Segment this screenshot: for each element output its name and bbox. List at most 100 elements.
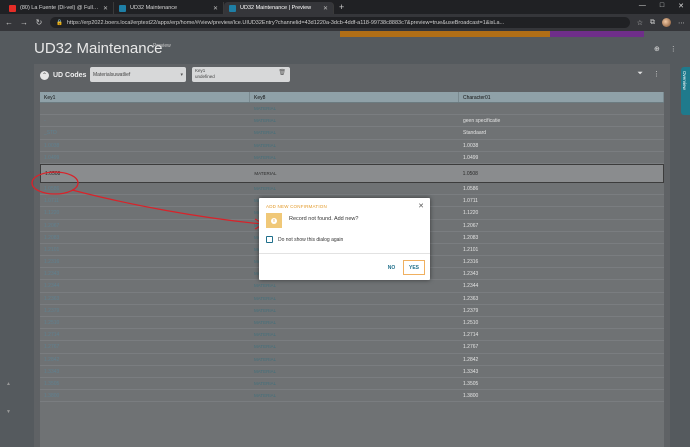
collections-icon[interactable]: ⧉ bbox=[650, 19, 655, 27]
cell-character01[interactable]: 1.3343 bbox=[459, 366, 664, 377]
cell-character01[interactable]: 1.3800 bbox=[459, 390, 664, 401]
cell-key8[interactable]: MATERIAL bbox=[250, 115, 459, 126]
cell-key8[interactable]: MATERIAL bbox=[250, 140, 459, 151]
cell-key8[interactable]: MATERIAL bbox=[250, 378, 459, 389]
table-row[interactable]: 1.2379 MATERIAL 1.2379 bbox=[40, 305, 664, 317]
cell-character01[interactable]: 1.2343 bbox=[459, 268, 664, 279]
cell-key1[interactable]: 1.2083 bbox=[40, 232, 250, 243]
no-button[interactable]: NO bbox=[384, 261, 399, 274]
cell-key1[interactable]: 1.2842 bbox=[40, 354, 250, 365]
cell-character01[interactable] bbox=[459, 103, 664, 114]
star-icon[interactable]: ☆ bbox=[637, 19, 643, 27]
cell-character01[interactable]: 1.2363 bbox=[459, 293, 664, 304]
cell-key8[interactable]: MATERIAL bbox=[250, 390, 459, 401]
cell-key8[interactable]: MATERIAL bbox=[250, 341, 459, 352]
yes-button[interactable]: YES bbox=[403, 260, 425, 275]
cell-key1[interactable]: 1.3505 bbox=[40, 378, 250, 389]
table-row[interactable]: 1.0586 MATERIAL 1.0586 bbox=[40, 183, 664, 196]
reload-button[interactable]: ↻ bbox=[35, 18, 43, 27]
cell-key8[interactable]: MATERIAL bbox=[250, 329, 459, 340]
cell-character01[interactable]: 1.2714 bbox=[459, 329, 664, 340]
cell-key1[interactable]: 1.0711 bbox=[40, 195, 250, 206]
cell-character01[interactable]: 1.2067 bbox=[459, 220, 664, 231]
cell-key1[interactable]: 1.2767 bbox=[40, 341, 250, 352]
cell-key8[interactable]: MATERIAL bbox=[250, 305, 459, 316]
cell-character01[interactable]: 1.0508 bbox=[459, 165, 663, 182]
close-icon[interactable]: ✕ bbox=[213, 5, 218, 12]
close-icon[interactable]: ✕ bbox=[103, 5, 108, 12]
ellipsis-icon[interactable]: ⋯ bbox=[678, 19, 685, 27]
close-icon[interactable]: ✕ bbox=[323, 5, 328, 12]
cell-character01[interactable]: 1.0038 bbox=[459, 140, 664, 151]
cell-key8[interactable]: MATERIAL bbox=[250, 280, 459, 291]
cell-key1[interactable]: 1.2101 bbox=[40, 244, 250, 255]
key1-field[interactable]: Key1 undefined 🗑 bbox=[192, 67, 290, 82]
cell-key8[interactable]: MATERIAL bbox=[250, 183, 459, 194]
table-row[interactable]: 1.3505 MATERIAL 1.3505 bbox=[40, 378, 664, 391]
cell-key8[interactable]: MATERIAL bbox=[250, 103, 459, 114]
minimize-button[interactable]: — bbox=[639, 2, 646, 10]
cell-character01[interactable]: 1.2316 bbox=[459, 256, 664, 267]
cell-key1[interactable]: 1.1220 bbox=[40, 207, 250, 218]
column-header-key1[interactable]: Key1 bbox=[40, 92, 250, 102]
table-row[interactable]: 1.0038 MATERIAL 1.0038 bbox=[40, 140, 664, 152]
maximize-button[interactable]: □ bbox=[660, 2, 664, 10]
cell-character01[interactable]: 1.1220 bbox=[459, 207, 664, 218]
cell-key1[interactable]: 1.2344 bbox=[40, 280, 250, 291]
column-header-character01[interactable]: Character01 bbox=[459, 92, 664, 102]
overview-side-tab[interactable]: Overview bbox=[681, 67, 690, 115]
close-window-button[interactable]: ✕ bbox=[678, 2, 684, 10]
cell-character01[interactable]: Standaard bbox=[459, 127, 664, 138]
cell-key8[interactable]: MATERIAL bbox=[250, 366, 459, 377]
dont-show-again-checkbox[interactable] bbox=[266, 236, 273, 243]
cell-key1[interactable]: 1.3800 bbox=[40, 390, 250, 401]
cell-key1[interactable]: 1.0586 bbox=[40, 183, 250, 194]
scroll-up-icon[interactable]: ▲ bbox=[6, 381, 11, 387]
browser-tab-youtube[interactable]: (80) La Fuente (Di-vel) @ Full C... ✕ bbox=[4, 2, 114, 14]
cell-character01[interactable]: geen specificatie bbox=[459, 115, 664, 126]
cell-character01[interactable]: 1.2379 bbox=[459, 305, 664, 316]
kebab-menu-icon[interactable]: ⋮ bbox=[670, 45, 677, 53]
cell-key8[interactable]: MATERIAL bbox=[250, 317, 459, 328]
browser-tab-ud32-preview[interactable]: UD32 Maintenance | Preview ✕ bbox=[224, 2, 334, 14]
table-row[interactable]: 1.2842 MATERIAL 1.2842 bbox=[40, 354, 664, 366]
cell-key8[interactable]: MATERIAL bbox=[250, 127, 459, 138]
cell-character01[interactable]: 1.0711 bbox=[459, 195, 664, 206]
cell-key8[interactable]: MATERIAL bbox=[250, 293, 459, 304]
table-row[interactable]: 1.2767 MATERIAL 1.2767 bbox=[40, 341, 664, 354]
cell-key1[interactable]: 1.3343 bbox=[40, 366, 250, 377]
kebab-menu-icon[interactable]: ⋮ bbox=[653, 70, 660, 78]
cell-key1[interactable]: 1.2510 bbox=[40, 317, 250, 328]
forward-button[interactable]: → bbox=[20, 18, 28, 27]
browser-tab-ud32[interactable]: UD32 Maintenance ✕ bbox=[114, 2, 224, 14]
cell-character01[interactable]: 1.2101 bbox=[459, 244, 664, 255]
trash-icon[interactable]: 🗑 bbox=[278, 70, 286, 76]
close-icon[interactable]: ✕ bbox=[418, 202, 424, 210]
table-row[interactable]: MATERIAL bbox=[40, 103, 664, 116]
table-row[interactable]: _STD MATERIAL Standaard bbox=[40, 127, 664, 140]
cell-key8[interactable]: MATERIAL bbox=[250, 152, 459, 163]
cell-key8[interactable]: MATERIAL bbox=[250, 354, 459, 365]
cell-key1[interactable]: 1.0508 bbox=[41, 165, 250, 182]
table-row[interactable]: 1.2510 MATERIAL 1.2510 bbox=[40, 317, 664, 330]
cell-key1[interactable] bbox=[40, 103, 250, 114]
table-row[interactable]: 1.2344 MATERIAL 1.2344 bbox=[40, 280, 664, 293]
cell-key1[interactable]: 1.0038 bbox=[40, 140, 250, 151]
cell-character01[interactable]: 1.2767 bbox=[459, 341, 664, 352]
cell-character01[interactable]: 1.0586 bbox=[459, 183, 664, 194]
cell-character01[interactable]: 1.2842 bbox=[459, 354, 664, 365]
cell-character01[interactable]: 1.3505 bbox=[459, 378, 664, 389]
cell-character01[interactable]: 1.0499 bbox=[459, 152, 664, 163]
table-row[interactable]: 1.2363 MATERIAL 1.2363 bbox=[40, 293, 664, 305]
material-combo[interactable]: Materialsuwatlief ▾ bbox=[90, 67, 186, 82]
plus-circle-icon[interactable]: ⊕ bbox=[654, 45, 660, 53]
cell-key1[interactable]: _STD bbox=[40, 127, 250, 138]
cell-character01[interactable]: 1.2344 bbox=[459, 280, 664, 291]
cell-character01[interactable]: 1.2510 bbox=[459, 317, 664, 328]
table-row[interactable]: 1.3343 MATERIAL 1.3343 bbox=[40, 366, 664, 378]
new-tab-button[interactable]: + bbox=[339, 2, 344, 12]
scroll-down-icon[interactable]: ▼ bbox=[6, 409, 11, 415]
filter-icon[interactable]: ⏷ bbox=[637, 70, 643, 78]
chevron-up-icon[interactable]: ⌃ bbox=[40, 70, 49, 80]
url-field[interactable]: 🔒 https://erp2022.boers.local/erptest22/… bbox=[50, 17, 630, 28]
